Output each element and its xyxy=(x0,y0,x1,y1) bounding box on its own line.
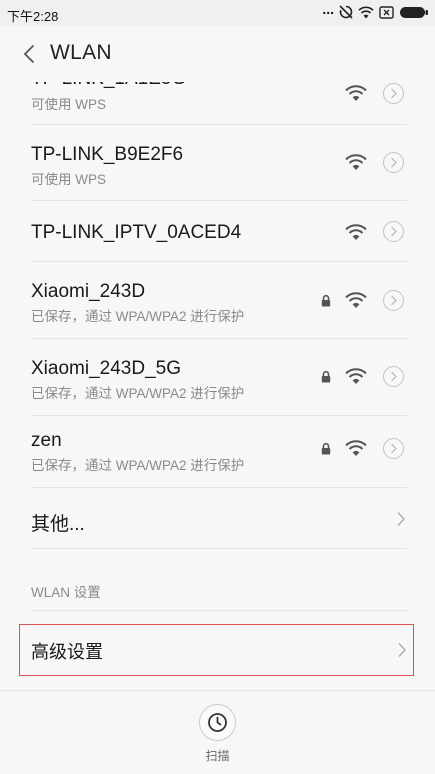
wifi-signal-icon xyxy=(345,85,367,101)
network-subtitle: 可使用 WPS xyxy=(31,97,107,112)
network-ssid: Xiaomi_243D_5G xyxy=(31,358,181,379)
lock-icon xyxy=(321,442,331,455)
network-details-button[interactable] xyxy=(383,366,404,387)
other-networks-label: 其他... xyxy=(31,514,85,535)
header: WLAN xyxy=(0,26,435,82)
network-list[interactable]: TP-LINK_1A1E5G 可使用 WPS TP-LINK_B9E2F6 可使… xyxy=(0,82,435,690)
network-subtitle: 已保存，通过 WPA/WPA2 进行保护 xyxy=(31,386,245,401)
other-networks-item[interactable]: 其他... xyxy=(0,488,435,548)
advanced-settings-item[interactable]: 高级设置 xyxy=(19,624,414,676)
page-title: WLAN xyxy=(50,41,112,64)
network-ssid: TP-LINK_1A1E5G xyxy=(31,82,186,90)
advanced-settings-label: 高级设置 xyxy=(31,642,103,662)
scan-timer-icon xyxy=(208,713,227,732)
wifi-signal-icon xyxy=(345,154,367,170)
divider xyxy=(31,548,407,549)
back-arrow-icon[interactable] xyxy=(18,40,42,68)
network-details-button[interactable] xyxy=(383,152,404,173)
sim-missing-icon xyxy=(379,5,394,19)
network-row[interactable]: TP-LINK_1A1E5G 可使用 WPS xyxy=(0,82,435,124)
chevron-right-icon xyxy=(391,371,397,382)
chevron-right-icon xyxy=(391,295,397,306)
network-subtitle: 可使用 WPS xyxy=(31,172,107,187)
network-ssid: TP-LINK_B9E2F6 xyxy=(31,144,184,165)
network-ssid: TP-LINK_IPTV_0ACED4 xyxy=(31,222,242,243)
network-ssid: Xiaomi_243D xyxy=(31,281,146,302)
wifi-signal-icon xyxy=(345,440,367,456)
scan-label: 扫描 xyxy=(205,749,230,763)
network-ssid: zen xyxy=(31,430,62,451)
status-icons: ... xyxy=(322,1,429,20)
scan-button[interactable] xyxy=(199,704,236,741)
network-details-button[interactable] xyxy=(383,221,404,242)
network-row[interactable]: TP-LINK_B9E2F6 可使用 WPS xyxy=(0,125,435,200)
network-details-button[interactable] xyxy=(383,438,404,459)
chevron-right-icon xyxy=(397,512,405,526)
wifi-signal-icon xyxy=(345,224,367,240)
wifi-signal-icon xyxy=(345,368,367,384)
wifi-signal-icon xyxy=(345,292,367,308)
network-subtitle: 已保存，通过 WPA/WPA2 进行保护 xyxy=(31,458,245,473)
network-row[interactable]: TP-LINK_IPTV_0ACED4 xyxy=(0,201,435,261)
bottom-bar: 扫描 xyxy=(0,690,435,774)
network-row[interactable]: zen 已保存，通过 WPA/WPA2 进行保护 xyxy=(0,416,435,487)
lock-icon xyxy=(321,294,331,307)
section-header: WLAN 设置 xyxy=(31,585,101,600)
divider xyxy=(31,610,407,611)
chevron-right-icon xyxy=(391,157,397,168)
chevron-right-icon xyxy=(391,443,397,454)
battery-icon xyxy=(400,6,428,18)
network-row[interactable]: Xiaomi_243D_5G 已保存，通过 WPA/WPA2 进行保护 xyxy=(0,339,435,415)
lock-icon xyxy=(321,370,331,383)
more-dots-icon: ... xyxy=(322,1,334,17)
chevron-right-icon xyxy=(398,643,406,657)
status-time: 下午2:28 xyxy=(7,9,59,24)
chevron-right-icon xyxy=(391,226,397,237)
network-details-button[interactable] xyxy=(383,83,404,104)
chevron-right-icon xyxy=(391,88,397,99)
network-row[interactable]: Xiaomi_243D 已保存，通过 WPA/WPA2 进行保护 xyxy=(0,262,435,338)
sync-off-icon xyxy=(339,5,353,19)
status-bar: 下午2:28 ... xyxy=(0,0,435,26)
network-subtitle: 已保存，通过 WPA/WPA2 进行保护 xyxy=(31,309,245,324)
network-details-button[interactable] xyxy=(383,290,404,311)
wifi-status-icon xyxy=(358,6,374,18)
